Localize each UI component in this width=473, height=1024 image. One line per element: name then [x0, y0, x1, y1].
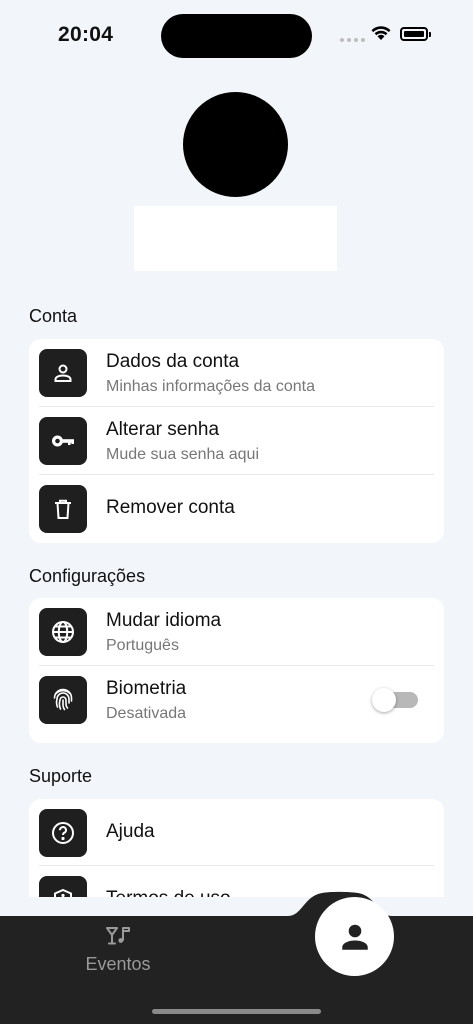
section-title-conta: Conta [29, 306, 78, 326]
menu-item-subtitle: Desativada [106, 705, 187, 722]
menu-item-ajuda[interactable]: Ajuda [29, 799, 444, 866]
section-title-configuracoes: Configurações [29, 566, 146, 586]
status-time: 20:04 [58, 23, 114, 46]
battery-icon [400, 27, 431, 41]
toggle-knob [372, 688, 396, 712]
cellular-signal-icon [340, 38, 365, 42]
help-circle-icon [39, 809, 87, 857]
status-bar: 20:04 [0, 0, 473, 70]
card-configuracoes: Mudar idioma Português Biometria Desativ… [29, 598, 444, 743]
menu-item-mudar-idioma[interactable]: Mudar idioma Português [29, 598, 444, 666]
home-indicator [152, 1009, 321, 1014]
key-icon [39, 417, 87, 465]
section-title-suporte: Suporte [29, 766, 93, 786]
tab-bar-notch [0, 891, 473, 920]
events-icon [106, 927, 130, 945]
person-icon [39, 349, 87, 397]
menu-item-remover-conta[interactable]: Remover conta [29, 475, 444, 542]
menu-item-title: Dados da conta [106, 351, 240, 372]
fingerprint-icon [39, 676, 87, 724]
menu-item-title: Mudar idioma [106, 610, 222, 631]
profile-name-placeholder [134, 206, 337, 271]
menu-item-title: Biometria [106, 678, 187, 699]
menu-item-subtitle: Português [106, 637, 179, 654]
menu-item-biometria[interactable]: Biometria Desativada [29, 666, 444, 734]
globe-icon [39, 608, 87, 656]
profile-avatar[interactable] [183, 92, 288, 197]
menu-item-subtitle: Mude sua senha aqui [106, 446, 259, 463]
person-icon [341, 924, 368, 950]
dynamic-island [161, 14, 312, 58]
menu-item-title: Remover conta [106, 497, 235, 518]
menu-item-dados-da-conta[interactable]: Dados da conta Minhas informações da con… [29, 339, 444, 407]
menu-item-subtitle: Minhas informações da conta [106, 378, 315, 395]
biometria-toggle[interactable] [372, 688, 418, 712]
tab-profile-button[interactable] [315, 897, 394, 976]
menu-item-alterar-senha[interactable]: Alterar senha Mude sua senha aqui [29, 407, 444, 475]
menu-item-title: Alterar senha [106, 419, 220, 440]
wifi-icon [371, 26, 391, 40]
trash-icon [39, 485, 87, 533]
tab-eventos[interactable]: Eventos [70, 925, 166, 975]
card-conta: Dados da conta Minhas informações da con… [29, 339, 444, 543]
menu-item-title: Ajuda [106, 821, 155, 842]
tab-eventos-label: Eventos [85, 954, 151, 974]
